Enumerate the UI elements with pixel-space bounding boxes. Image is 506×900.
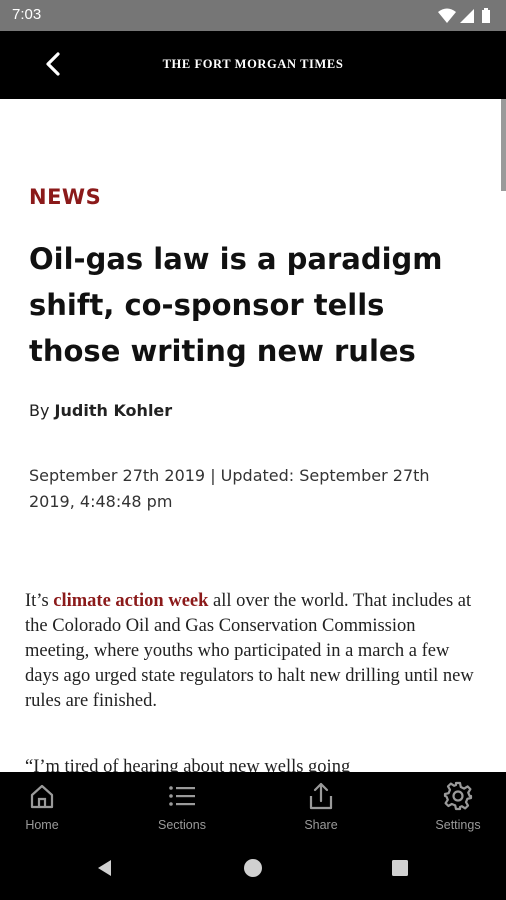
status-bar: 7:03 bbox=[0, 0, 506, 31]
home-icon bbox=[28, 780, 56, 812]
nav-settings[interactable]: Settings bbox=[408, 772, 506, 840]
nav-home-label: Home bbox=[25, 818, 59, 832]
battery-icon bbox=[482, 8, 490, 23]
nav-home[interactable]: Home bbox=[0, 772, 92, 840]
nav-share[interactable]: Share bbox=[271, 772, 371, 840]
gear-icon bbox=[443, 780, 473, 812]
byline-prefix: By bbox=[29, 401, 50, 420]
system-recents-button[interactable] bbox=[388, 858, 412, 882]
status-icons bbox=[438, 8, 496, 24]
nav-sections[interactable]: Sections bbox=[132, 772, 232, 840]
home-circle-icon bbox=[243, 858, 263, 882]
scrollbar[interactable] bbox=[501, 99, 506, 191]
nav-share-label: Share bbox=[304, 818, 338, 832]
signal-icon bbox=[460, 9, 474, 23]
bottom-nav: Home Sections Share Settings bbox=[0, 772, 506, 840]
system-nav bbox=[0, 840, 506, 900]
article-content[interactable]: NEWS Oil-gas law is a paradigm shift, co… bbox=[0, 99, 506, 772]
app-bar: THE FORT MORGAN TIMES bbox=[0, 31, 506, 99]
paragraph-intro: It’s bbox=[25, 591, 49, 611]
system-back-button[interactable] bbox=[93, 858, 117, 882]
nav-sections-label: Sections bbox=[158, 818, 206, 832]
article-paragraph: It’s climate action week all over the wo… bbox=[25, 589, 475, 714]
nav-settings-label: Settings bbox=[435, 818, 481, 832]
dateline: September 27th 2019 | Updated: September… bbox=[29, 466, 430, 511]
article-headline: Oil-gas law is a paradigm shift, co-spon… bbox=[29, 242, 443, 368]
recents-square-icon bbox=[390, 858, 410, 882]
status-time: 7:03 bbox=[12, 6, 42, 23]
article-paragraph-next: “I’m tired of hearing about new wells go… bbox=[25, 757, 351, 772]
share-icon bbox=[307, 780, 335, 812]
section-label[interactable]: NEWS bbox=[29, 185, 101, 209]
wifi-icon bbox=[438, 8, 456, 23]
back-triangle-icon bbox=[95, 858, 115, 882]
masthead: THE FORT MORGAN TIMES bbox=[162, 57, 344, 71]
list-icon bbox=[168, 780, 196, 812]
author-name[interactable]: Judith Kohler bbox=[55, 401, 173, 420]
byline: By Judith Kohler bbox=[29, 401, 172, 420]
climate-action-week-link[interactable]: climate action week bbox=[53, 591, 208, 611]
system-home-button[interactable] bbox=[241, 858, 265, 882]
